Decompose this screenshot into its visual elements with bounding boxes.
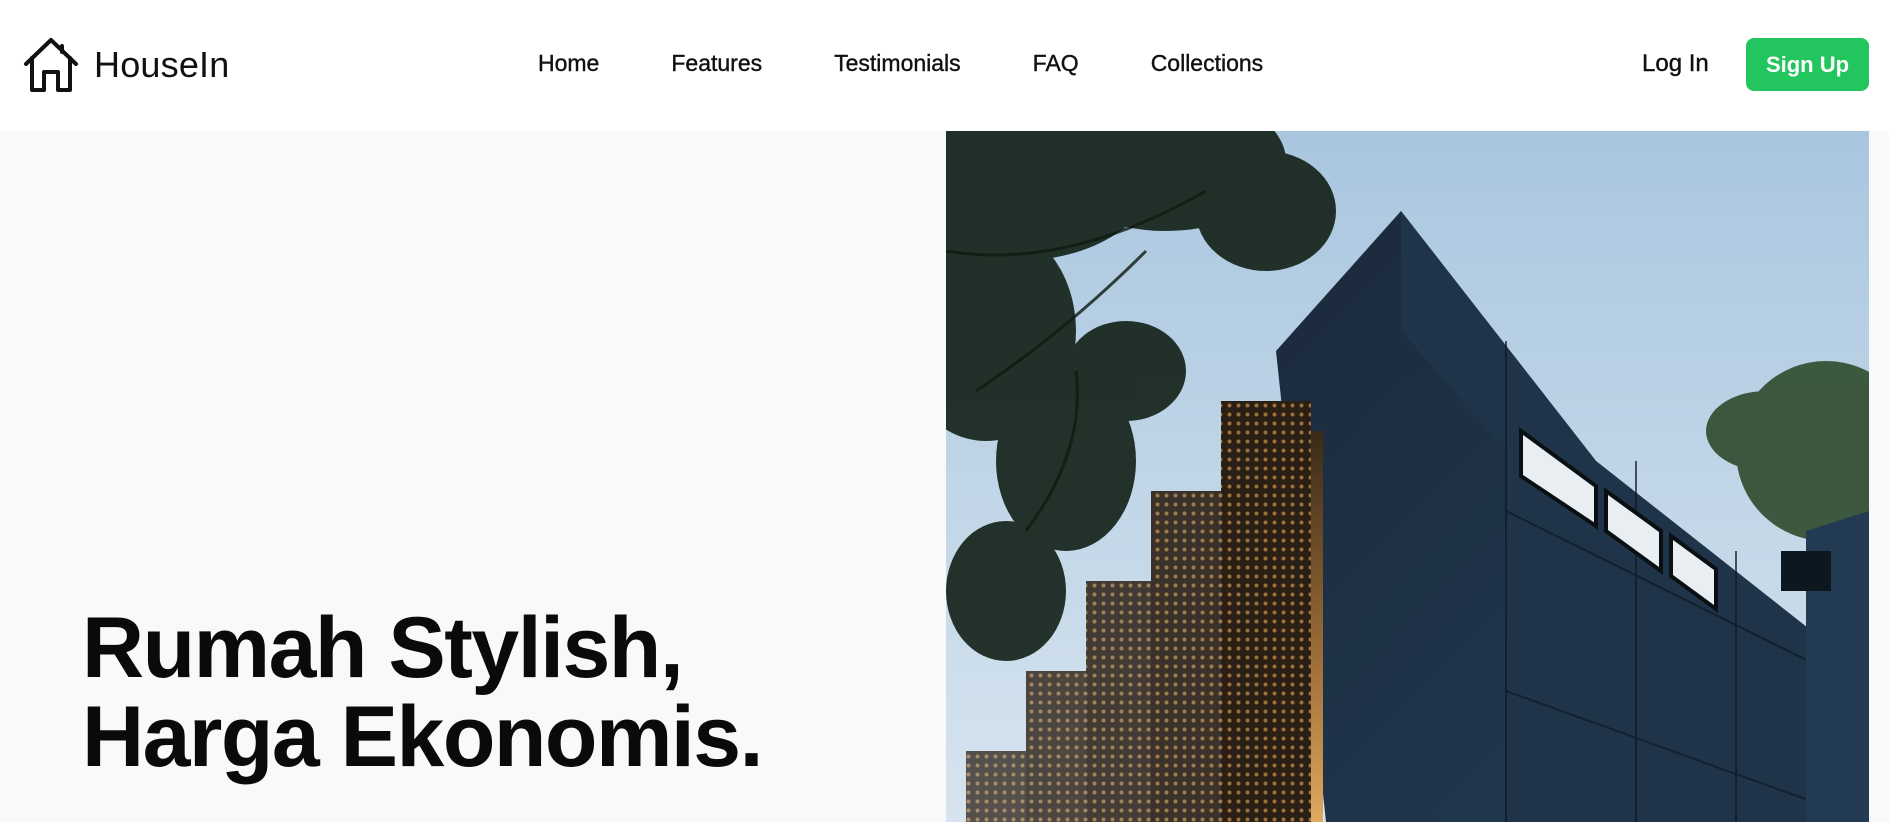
signup-button[interactable]: Sign Up <box>1746 38 1869 91</box>
house-icon <box>24 38 78 92</box>
main-nav: Home Features Testimonials FAQ Collectio… <box>538 50 1264 77</box>
nav-link-home[interactable]: Home <box>538 50 600 77</box>
nav-item-testimonials: Testimonials <box>834 50 961 77</box>
nav-link-collections[interactable]: Collections <box>1150 50 1263 77</box>
brand-logo-link[interactable]: HouseIn <box>22 36 230 94</box>
nav-item-features: Features <box>671 50 762 77</box>
nav-item-faq: FAQ <box>1032 50 1078 77</box>
nav-link-features[interactable]: Features <box>671 50 762 77</box>
nav-item-collections: Collections <box>1150 50 1263 77</box>
navbar: HouseIn Home Features Testimonials FAQ C… <box>0 0 1889 131</box>
hero-title-line-2: Harga Ekonomis. <box>82 689 764 785</box>
nav-link-testimonials[interactable]: Testimonials <box>834 50 961 77</box>
modern-house-illustration <box>946 131 1869 822</box>
hero-house-image <box>946 131 1869 822</box>
hero-title: Rumah Stylish, Harga Ekonomis. <box>82 604 842 782</box>
hero-title-line-1: Rumah Stylish, <box>82 600 684 696</box>
hero-section: Rumah Stylish, Harga Ekonomis. <box>0 131 1889 822</box>
brand-name: HouseIn <box>94 44 230 85</box>
nav-link-faq[interactable]: FAQ <box>1032 50 1078 77</box>
nav-item-home: Home <box>538 50 600 77</box>
login-link[interactable]: Log In <box>1642 50 1709 78</box>
